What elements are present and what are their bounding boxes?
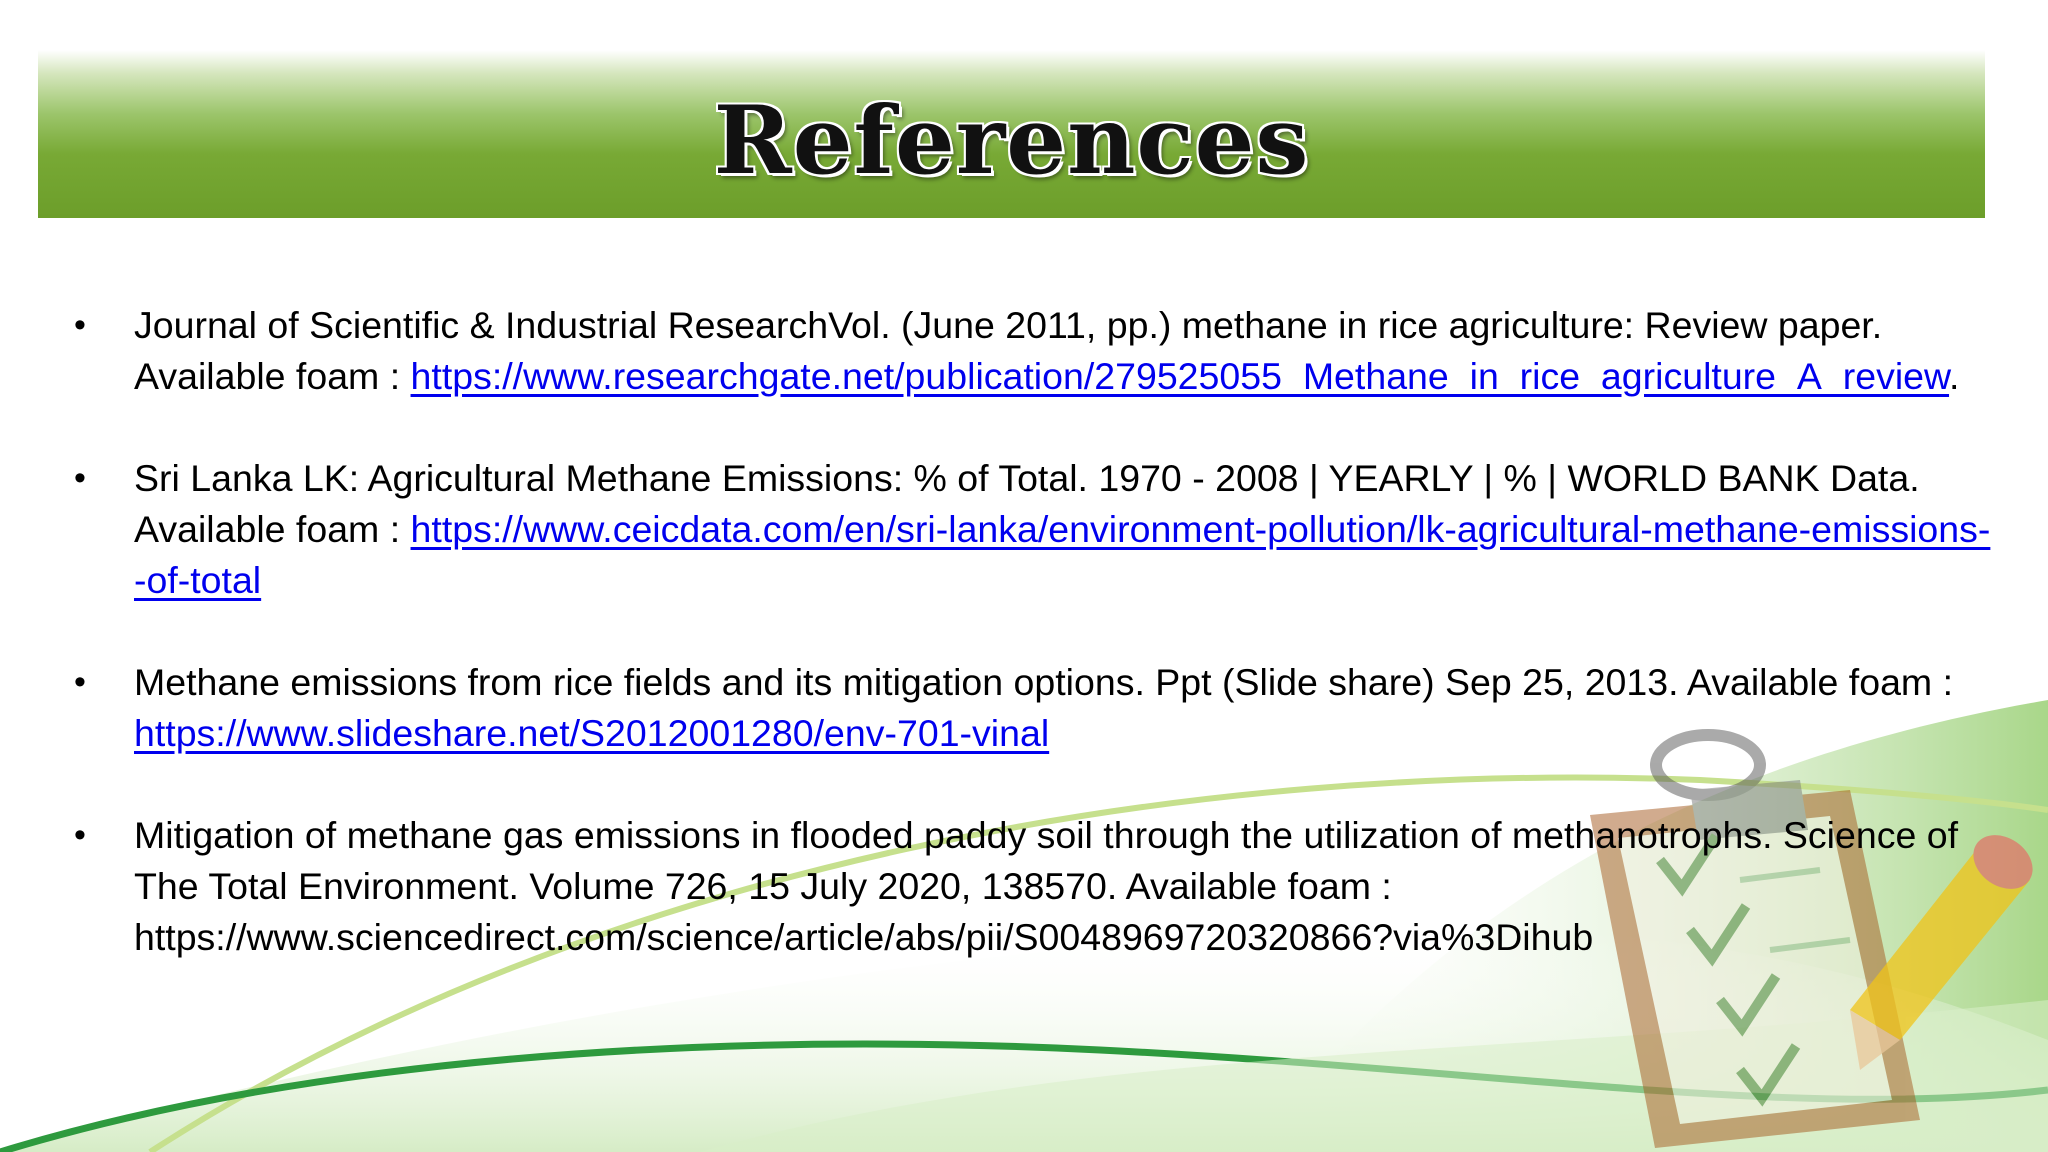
- title-banner: References: [38, 50, 1985, 218]
- bullet-marker: •: [74, 459, 86, 497]
- reference-list: • Journal of Scientific & Industrial Res…: [72, 300, 1992, 1014]
- reference-item: • Journal of Scientific & Industrial Res…: [72, 300, 1992, 402]
- reference-item: • Mitigation of methane gas emissions in…: [72, 810, 1992, 963]
- reference-text: Methane emissions from rice fields and i…: [134, 661, 1954, 703]
- reference-link[interactable]: https://www.slideshare.net/S2012001280/e…: [134, 712, 1049, 754]
- bullet-marker: •: [74, 663, 86, 701]
- reference-item: • Methane emissions from rice fields and…: [72, 657, 1992, 759]
- bullet-marker: •: [74, 816, 86, 854]
- reference-suffix: .: [1949, 355, 1960, 397]
- reference-link[interactable]: https://www.researchgate.net/publication…: [411, 355, 1950, 397]
- slide-title: References: [713, 86, 1310, 196]
- reference-item: • Sri Lanka LK: Agricultural Methane Emi…: [72, 453, 1992, 606]
- reference-text: Mitigation of methane gas emissions in f…: [134, 814, 1959, 958]
- reference-link[interactable]: https://www.ceicdata.com/en/sri-lanka/en…: [134, 508, 1990, 601]
- bullet-marker: •: [74, 306, 86, 344]
- slide: References • Journal of Scientific & Ind…: [0, 0, 2048, 1152]
